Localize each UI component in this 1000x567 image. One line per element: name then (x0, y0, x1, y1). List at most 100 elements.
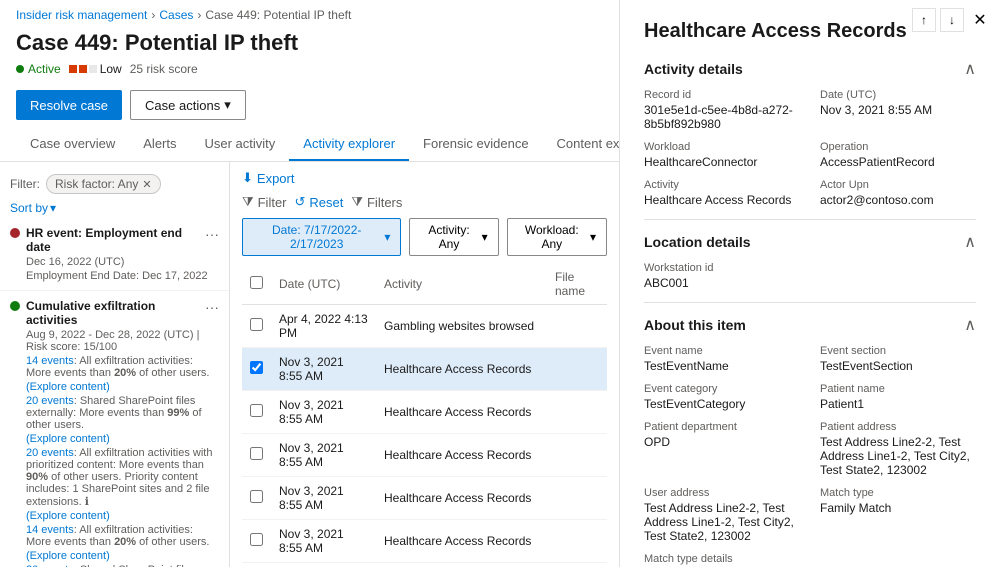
explore-link-1[interactable]: (Explore content) (26, 381, 110, 393)
table-row[interactable]: Nov 3, 2021 8:55 AM Healthcare Access Re… (242, 434, 607, 477)
row-activity: Healthcare Access Records (376, 520, 547, 563)
row-checkbox-cell (242, 348, 271, 391)
case-header: Case 449: Potential IP theft Active Low … (0, 26, 619, 84)
event-category-value: TestEventCategory (644, 397, 800, 411)
row-date: Nov 3, 2021 8:55 AM (271, 391, 376, 434)
row-filename (547, 563, 607, 567)
close-button[interactable]: ✕ (968, 8, 992, 32)
reset-label: Reset (309, 195, 343, 210)
breadcrumb-link-1[interactable]: Insider risk management (16, 8, 147, 22)
breadcrumb: Insider risk management › Cases › Case 4… (0, 0, 619, 26)
match-type-label: Match type (820, 487, 976, 499)
col-activity: Activity (376, 264, 547, 305)
workload-filter-dropdown[interactable]: Workload: Any ▾ (507, 218, 607, 256)
nav-down-button[interactable]: ↓ (940, 8, 964, 32)
event-category-label: Event category (644, 383, 800, 395)
patient-name-item: Patient name Patient1 (820, 383, 976, 411)
workload-chevron-icon: ▾ (590, 230, 596, 244)
list-item-1-more-icon[interactable]: ··· (205, 299, 219, 315)
export-label: Export (257, 171, 295, 186)
match-type-details-item: Match type details LastNameMatch (644, 553, 800, 567)
patient-dept-label: Patient department (644, 421, 800, 433)
nav-up-button[interactable]: ↑ (912, 8, 936, 32)
list-item-0-date: Dec 16, 2022 (UTC) (26, 256, 219, 268)
list-item-1-header: Cumulative exfiltration activities ··· (10, 299, 219, 327)
actor-upn-item: Actor Upn actor2@contoso.com (820, 179, 976, 207)
status-label: Active (28, 62, 61, 76)
activity-label: Activity (644, 179, 800, 191)
explore-link-3[interactable]: (Explore content) (26, 510, 110, 522)
severity-label: Low (100, 62, 122, 76)
about-item-title: About this item (644, 317, 746, 333)
row-checkbox-3[interactable] (250, 447, 263, 460)
patient-name-value: Patient1 (820, 397, 976, 411)
filter-clear-icon[interactable]: ✕ (142, 178, 151, 191)
row-checkbox-0[interactable] (250, 318, 263, 331)
col-checkbox (242, 264, 271, 305)
table-row[interactable]: Nov 3, 2021 8:55 AM Healthcare Access Re… (242, 391, 607, 434)
date-utc-item: Date (UTC) Nov 3, 2021 8:55 AM (820, 89, 976, 131)
tab-alerts[interactable]: Alerts (129, 128, 190, 161)
list-dot-red (10, 228, 20, 238)
table-row[interactable]: Nov 3, 2021 8:55 AM Healthcare Access Re… (242, 563, 607, 567)
explore-link-4[interactable]: (Explore content) (26, 550, 110, 562)
breadcrumb-current: Case 449: Potential IP theft (205, 8, 351, 22)
workload-filter-label: Workload: Any (518, 223, 586, 251)
row-activity: Gambling websites browsed (376, 305, 547, 348)
table-row[interactable]: Nov 3, 2021 8:55 AM Healthcare Access Re… (242, 348, 607, 391)
table-row[interactable]: Nov 3, 2021 8:55 AM Healthcare Access Re… (242, 477, 607, 520)
activity-details-toggle[interactable]: ∧ (964, 59, 976, 79)
row-checkbox-2[interactable] (250, 404, 263, 417)
export-button[interactable]: ⬇ Export (242, 170, 294, 186)
row-checkbox-cell (242, 391, 271, 434)
record-id-value: 301e5e1d-c5ee-4b8d-a272-8b5bf892b980 (644, 103, 800, 131)
resolve-case-button[interactable]: Resolve case (16, 90, 122, 120)
row-date: Nov 3, 2021 8:55 AM (271, 348, 376, 391)
filter-tag-text: Risk factor: Any (55, 177, 138, 191)
filter-tag[interactable]: Risk factor: Any ✕ (46, 174, 161, 194)
sort-row[interactable]: Sort by ▾ (0, 198, 229, 218)
row-activity: Healthcare Access Records (376, 477, 547, 520)
workload-label: Workload (644, 141, 800, 153)
list-item-0[interactable]: HR event: Employment end date ··· Dec 16… (0, 218, 229, 291)
breadcrumb-link-2[interactable]: Cases (159, 8, 193, 22)
list-item-1[interactable]: Cumulative exfiltration activities ··· A… (0, 291, 229, 567)
list-item-0-body: Employment End Date: Dec 17, 2022 (26, 270, 219, 282)
row-activity: Healthcare Access Records (376, 348, 547, 391)
sev-block-2 (79, 65, 87, 73)
table-row[interactable]: Apr 4, 2022 4:13 PM Gambling websites br… (242, 305, 607, 348)
activity-filter-dropdown[interactable]: Activity: Any ▾ (409, 218, 498, 256)
row-filename (547, 520, 607, 563)
workstation-id-value: ABC001 (644, 276, 800, 290)
row-checkbox-cell (242, 305, 271, 348)
activity-value: Healthcare Access Records (644, 193, 800, 207)
row-checkbox-1[interactable] (250, 361, 263, 374)
content-area: Filter: Risk factor: Any ✕ Sort by ▾ HR … (0, 162, 619, 567)
reset-button[interactable]: ↺ Reset (295, 194, 344, 210)
list-item-0-more-icon[interactable]: ··· (205, 226, 219, 242)
activity-details-grid: Record id 301e5e1d-c5ee-4b8d-a272-8b5bf8… (644, 89, 976, 207)
select-all-checkbox[interactable] (250, 276, 263, 289)
sev-block-3 (89, 65, 97, 73)
tab-activity-explorer[interactable]: Activity explorer (289, 128, 409, 161)
tab-content-explorer[interactable]: Content explorer (543, 128, 620, 161)
date-utc-value: Nov 3, 2021 8:55 AM (820, 103, 976, 117)
about-item-toggle[interactable]: ∧ (964, 315, 976, 335)
user-address-value: Test Address Line2-2, Test Address Line1… (644, 501, 800, 543)
filters-button[interactable]: ⧩ Filters (351, 194, 402, 210)
right-panel: ↑ ↓ ✕ Healthcare Access Records Activity… (620, 0, 1000, 567)
date-chevron-icon: ▾ (384, 230, 390, 244)
case-actions-button[interactable]: Case actions ▾ (130, 90, 246, 120)
row-checkbox-5[interactable] (250, 533, 263, 546)
row-checkbox-4[interactable] (250, 490, 263, 503)
tab-forensic-evidence[interactable]: Forensic evidence (409, 128, 543, 161)
explore-link-2[interactable]: (Explore content) (26, 433, 110, 445)
tab-user-activity[interactable]: User activity (191, 128, 290, 161)
row-date: Apr 4, 2022 4:13 PM (271, 305, 376, 348)
table-row[interactable]: Nov 3, 2021 8:55 AM Healthcare Access Re… (242, 520, 607, 563)
filter-button[interactable]: ⧩ Filter (242, 194, 287, 210)
tab-case-overview[interactable]: Case overview (16, 128, 129, 161)
date-filter-dropdown[interactable]: Date: 7/17/2022-2/17/2023 ▾ (242, 218, 401, 256)
row-checkbox-cell (242, 434, 271, 477)
location-details-toggle[interactable]: ∧ (964, 232, 976, 252)
